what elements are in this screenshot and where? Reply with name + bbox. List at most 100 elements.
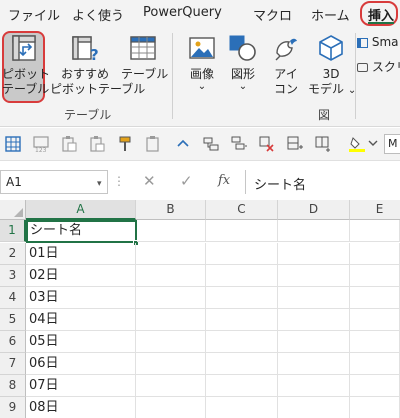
cell-e3[interactable]: [350, 265, 400, 287]
font-name-box[interactable]: M: [384, 134, 400, 154]
row-header-5[interactable]: 5: [0, 309, 26, 331]
icons-icon: [268, 33, 304, 63]
number-format-icon[interactable]: 123: [32, 135, 50, 153]
cell-a8[interactable]: 07日: [26, 375, 136, 397]
remove-icon[interactable]: [258, 135, 276, 153]
cell-c7[interactable]: [206, 353, 278, 375]
cell-e2[interactable]: [350, 243, 400, 265]
cube-icon: [308, 33, 354, 63]
cell-a4[interactable]: 03日: [26, 287, 136, 309]
formula-input[interactable]: シート名: [245, 170, 400, 194]
insert-row-icon[interactable]: [286, 135, 304, 153]
tab-frequent[interactable]: よく使う: [72, 5, 124, 24]
cell-b6[interactable]: [136, 331, 206, 353]
cell-d1[interactable]: [278, 220, 350, 242]
cell-e4[interactable]: [350, 287, 400, 309]
row-header-6[interactable]: 6: [0, 331, 26, 353]
shapes-button[interactable]: 図形 ⌄: [225, 33, 261, 92]
cell-d2[interactable]: [278, 243, 350, 265]
cell-e8[interactable]: [350, 375, 400, 397]
cell-d3[interactable]: [278, 265, 350, 287]
smartart-button[interactable]: Sma: [357, 35, 399, 49]
cancel-icon[interactable]: ✕: [143, 172, 156, 190]
row-header-3[interactable]: 3: [0, 265, 26, 287]
cell-b1[interactable]: [137, 220, 206, 242]
column-header-d[interactable]: D: [278, 200, 350, 220]
cell-d9[interactable]: [278, 397, 350, 418]
formula-bar-separator[interactable]: ⋮: [113, 174, 125, 188]
cell-b7[interactable]: [136, 353, 206, 375]
fill-color-icon[interactable]: [348, 135, 366, 153]
table-button[interactable]: テーブル: [121, 33, 168, 82]
row-header-4[interactable]: 4: [0, 287, 26, 309]
icons-button[interactable]: アイ コン: [268, 33, 304, 97]
insert-column-icon[interactable]: [314, 135, 332, 153]
enter-icon[interactable]: ✓: [180, 172, 193, 190]
cell-c2[interactable]: [206, 243, 278, 265]
cell-e1[interactable]: [350, 220, 400, 242]
tab-home[interactable]: ホーム: [311, 5, 350, 24]
chevron-up-icon[interactable]: [174, 135, 192, 153]
format-painter-icon[interactable]: [116, 135, 134, 153]
cell-a5[interactable]: 04日: [26, 309, 136, 331]
images-button[interactable]: 画像 ⌄: [184, 33, 220, 92]
column-header-c[interactable]: C: [206, 200, 278, 220]
cell-d7[interactable]: [278, 353, 350, 375]
cell-c3[interactable]: [206, 265, 278, 287]
row-header-1[interactable]: 1: [0, 220, 26, 242]
paste-values-icon[interactable]: [88, 135, 106, 153]
cell-c9[interactable]: [206, 397, 278, 418]
screenshot-button[interactable]: スクリ: [357, 58, 400, 75]
cell-d4[interactable]: [278, 287, 350, 309]
cell-a1[interactable]: シート名: [26, 220, 137, 243]
row-header-9[interactable]: 9: [0, 397, 26, 418]
3d-models-button[interactable]: 3D モデル ⌄: [308, 33, 356, 98]
cell-d8[interactable]: [278, 375, 350, 397]
cell-b4[interactable]: [136, 287, 206, 309]
cell-a9[interactable]: 08日: [26, 397, 136, 418]
cell-c8[interactable]: [206, 375, 278, 397]
group-figure-label: 図: [318, 108, 331, 122]
insert-function-button[interactable]: fx: [218, 173, 230, 188]
cell-a2[interactable]: 01日: [26, 243, 136, 265]
cell-b2[interactable]: [136, 243, 206, 265]
column-header-b[interactable]: B: [136, 200, 206, 220]
row-header-8[interactable]: 8: [0, 375, 26, 397]
name-box[interactable]: A1 ▾: [0, 170, 108, 194]
grid-blue-icon[interactable]: [4, 135, 22, 153]
pivot-table-button[interactable]: ピボット テーブル: [2, 33, 50, 97]
tab-powerquery[interactable]: PowerQuery: [143, 5, 222, 20]
icons-label-2: コン: [273, 82, 298, 96]
cell-b5[interactable]: [136, 309, 206, 331]
row-header-2[interactable]: 2: [0, 243, 26, 265]
tab-macro[interactable]: マクロ: [253, 5, 292, 24]
group-separator-2: [355, 33, 356, 119]
fill-color-dropdown-icon[interactable]: [368, 138, 378, 156]
row-header-7[interactable]: 7: [0, 353, 26, 375]
recommended-pivot-button[interactable]: ? おすすめ ピボットテーブル: [50, 33, 145, 97]
group-rows-icon[interactable]: [230, 135, 248, 153]
cell-d6[interactable]: [278, 331, 350, 353]
cell-a6[interactable]: 05日: [26, 331, 136, 353]
column-header-a[interactable]: A: [26, 200, 136, 220]
cell-c4[interactable]: [206, 287, 278, 309]
sort-icon[interactable]: [202, 135, 220, 153]
column-header-e[interactable]: E: [350, 200, 400, 220]
cell-b3[interactable]: [136, 265, 206, 287]
cell-b8[interactable]: [136, 375, 206, 397]
cell-e6[interactable]: [350, 331, 400, 353]
cell-b9[interactable]: [136, 397, 206, 418]
cell-d5[interactable]: [278, 309, 350, 331]
select-all-button[interactable]: [0, 200, 26, 220]
cell-e7[interactable]: [350, 353, 400, 375]
cell-e5[interactable]: [350, 309, 400, 331]
cell-a3[interactable]: 02日: [26, 265, 136, 287]
cell-c6[interactable]: [206, 331, 278, 353]
paste-icon[interactable]: [60, 135, 78, 153]
cell-e9[interactable]: [350, 397, 400, 418]
cell-c1[interactable]: [206, 220, 278, 242]
clipboard-icon[interactable]: [144, 135, 162, 153]
tab-file[interactable]: ファイル: [8, 5, 60, 24]
cell-a7[interactable]: 06日: [26, 353, 136, 375]
cell-c5[interactable]: [206, 309, 278, 331]
